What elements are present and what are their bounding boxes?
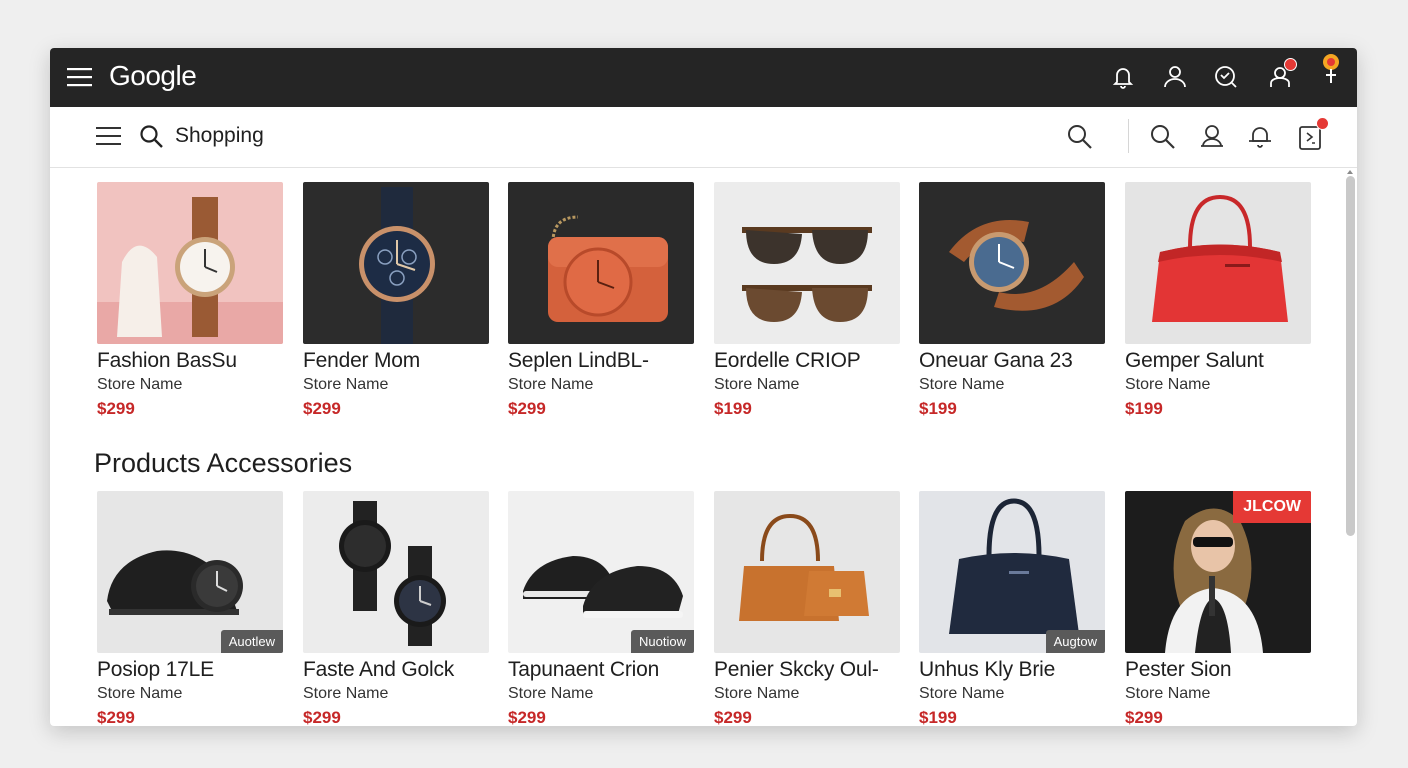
product-price: $299	[508, 708, 546, 726]
product-name[interactable]: Gemper Salunt	[1125, 349, 1311, 373]
store-name: Store Name	[919, 376, 1005, 393]
product-price: $199	[1125, 399, 1163, 418]
search-icon[interactable]	[1066, 123, 1094, 151]
browser-window: Google Shopping Fashion BasSu Store Name…	[50, 48, 1357, 726]
product-card[interactable]: Fashion BasSu Store Name $299	[97, 182, 283, 419]
product-image[interactable]	[714, 182, 900, 344]
product-image[interactable]: Augtow	[919, 491, 1105, 653]
product-name[interactable]: Fender Mom	[303, 349, 489, 373]
store-name: Store Name	[303, 685, 389, 702]
store-name: Store Name	[97, 685, 183, 702]
product-price: $299	[714, 708, 752, 726]
google-logo[interactable]: Google	[109, 60, 197, 92]
product-tag: JLCOW	[1233, 491, 1311, 523]
product-card[interactable]: Gemper Salunt Store Name $199	[1125, 182, 1311, 419]
product-price: $299	[97, 708, 135, 726]
scroll-up-arrow[interactable]	[1347, 170, 1353, 174]
product-card[interactable]: Oneuar Gana 23 Store Name $199	[919, 182, 1105, 419]
product-image[interactable]: JLCOW	[1125, 491, 1311, 653]
product-price: $299	[303, 708, 341, 726]
page-title: Shopping	[175, 124, 264, 147]
product-name[interactable]: Tapunaent Crion	[508, 658, 694, 682]
search-icon[interactable]	[1149, 123, 1177, 151]
store-name: Store Name	[508, 685, 594, 702]
product-price: $199	[714, 399, 752, 418]
user-icon[interactable]	[1198, 123, 1226, 151]
product-tag: Augtow	[1045, 630, 1105, 653]
product-image[interactable]: Auotlew	[97, 491, 283, 653]
bell-icon[interactable]	[1110, 64, 1136, 90]
product-card[interactable]: Eordelle CRIOP Store Name $199	[714, 182, 900, 419]
store-name: Store Name	[919, 685, 1005, 702]
store-name: Store Name	[1125, 376, 1211, 393]
product-image[interactable]	[303, 182, 489, 344]
product-image[interactable]	[714, 491, 900, 653]
product-card[interactable]: Nuotiow Tapunaent Crion Store Name $299	[508, 491, 694, 726]
shopping-toolbar: Shopping	[50, 107, 1357, 168]
user-icon[interactable]	[1162, 64, 1188, 90]
store-name: Store Name	[1125, 685, 1211, 702]
product-image[interactable]	[97, 182, 283, 344]
product-price: $299	[303, 399, 341, 418]
top-bar: Google	[50, 48, 1357, 107]
store-name: Store Name	[714, 376, 800, 393]
store-name: Store Name	[508, 376, 594, 393]
product-image[interactable]	[508, 182, 694, 344]
product-name[interactable]: Seplen LindBL-	[508, 349, 694, 373]
product-image[interactable]	[919, 182, 1105, 344]
product-name[interactable]: Posiop 17LE	[97, 658, 283, 682]
product-name[interactable]: Fashion BasSu	[97, 349, 283, 373]
product-grid: Fashion BasSu Store Name $299 Fender Mom	[50, 168, 1357, 726]
product-image[interactable]	[303, 491, 489, 653]
store-name: Store Name	[97, 376, 183, 393]
product-card[interactable]: Fender Mom Store Name $299	[303, 182, 489, 419]
product-name[interactable]: Oneuar Gana 23	[919, 349, 1105, 373]
product-name[interactable]: Unhus Kly Brie	[919, 658, 1105, 682]
product-name[interactable]: Pester Sion	[1125, 658, 1311, 682]
scrollbar-thumb[interactable]	[1346, 176, 1355, 536]
pin-icon[interactable]	[1316, 52, 1346, 88]
product-card[interactable]: JLCOW Pester Sion Store Name $299	[1125, 491, 1311, 726]
bell-icon[interactable]	[1246, 123, 1274, 151]
store-name: Store Name	[714, 685, 800, 702]
section-title: Products Accessories	[94, 448, 353, 478]
product-price: $199	[919, 708, 957, 726]
product-tag: Nuotiow	[631, 630, 694, 653]
product-name[interactable]: Faste And Golck	[303, 658, 489, 682]
product-name[interactable]: Penier Skcky Oul-	[714, 658, 900, 682]
product-price: $299	[1125, 708, 1163, 726]
notification-badge	[1316, 117, 1329, 130]
hamburger-menu-icon[interactable]	[67, 66, 93, 88]
product-card[interactable]: Auotlew Posiop 17LE Store Name $299	[97, 491, 283, 726]
product-card[interactable]: Augtow Unhus Kly Brie Store Name $199	[919, 491, 1105, 726]
notification-badge	[1284, 58, 1297, 71]
product-price: $299	[508, 399, 546, 418]
product-tag: Auotlew	[220, 630, 283, 653]
product-name[interactable]: Eordelle CRIOP	[714, 349, 900, 373]
product-price: $199	[919, 399, 957, 418]
store-name: Store Name	[303, 376, 389, 393]
product-card[interactable]: Faste And Golck Store Name $299	[303, 491, 489, 726]
product-image[interactable]	[1125, 182, 1311, 344]
product-card[interactable]: Seplen LindBL- Store Name $299	[508, 182, 694, 419]
product-image[interactable]: Nuotiow	[508, 491, 694, 653]
toolbar-divider	[1128, 119, 1129, 153]
product-card[interactable]: Penier Skcky Oul- Store Name $299	[714, 491, 900, 726]
product-price: $299	[97, 399, 135, 418]
chat-heart-icon[interactable]	[1213, 64, 1239, 90]
search-icon[interactable]	[139, 124, 165, 150]
hamburger-menu-icon[interactable]	[96, 126, 122, 148]
